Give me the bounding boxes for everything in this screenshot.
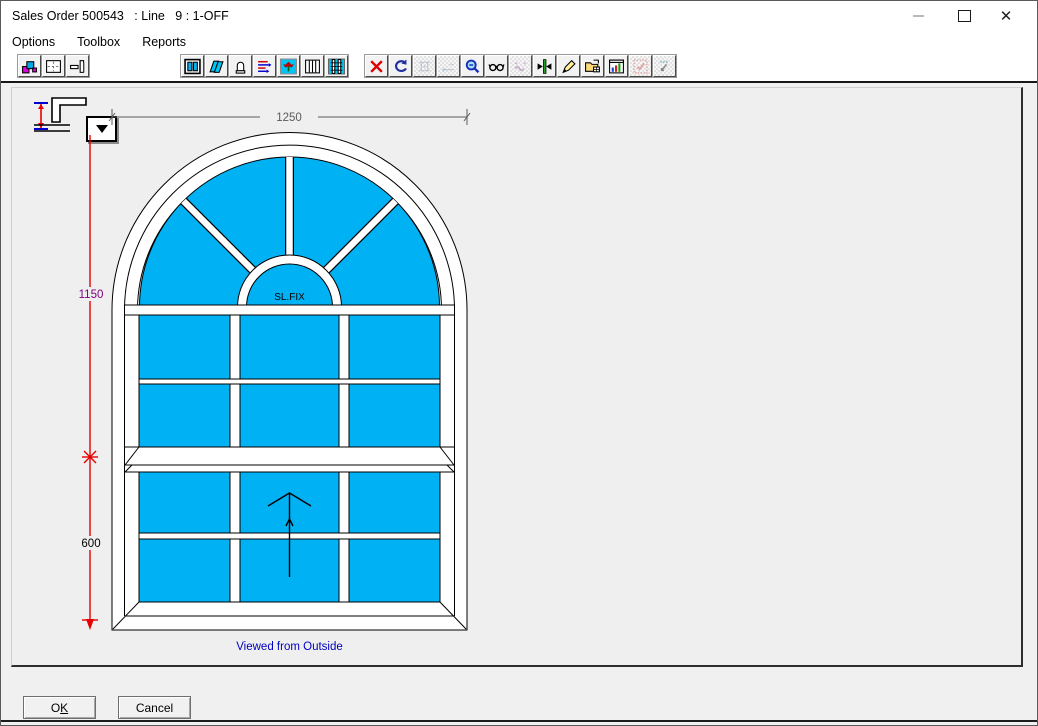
transoms-icon	[328, 58, 345, 75]
maximize-icon	[958, 10, 971, 22]
export-icon	[584, 58, 601, 75]
dimensions-button[interactable]	[413, 55, 436, 77]
height-dimension-line[interactable]	[82, 135, 98, 625]
lower-sash-top-rail	[125, 465, 455, 472]
zoom-button[interactable]	[461, 55, 484, 77]
colour-chart-button[interactable]	[605, 55, 628, 77]
colour-chart-icon	[608, 58, 625, 75]
app-window: Sales Order 500543 : Line 9 : 1-OFF ✕ Op…	[0, 0, 1038, 726]
profile-section-button[interactable]	[66, 55, 89, 77]
hardware-button[interactable]	[277, 55, 300, 77]
tile-windows-icon	[21, 58, 38, 75]
window-title: Sales Order 500543 : Line 9 : 1-OFF	[12, 9, 229, 23]
meeting-rail	[125, 447, 455, 465]
view-details-button[interactable]	[485, 55, 508, 77]
cancel-button[interactable]: Cancel	[118, 696, 191, 719]
upper-glazing-bar	[139, 379, 440, 384]
transoms-button[interactable]	[325, 55, 348, 77]
resize-button[interactable]	[533, 55, 556, 77]
vent-button[interactable]	[229, 55, 252, 77]
toolbar-group-1	[18, 55, 90, 77]
glass-spec-label: SL.FIX	[274, 292, 305, 303]
delete-icon	[368, 58, 385, 75]
view-details-icon	[488, 58, 505, 75]
width-dimension-label[interactable]: 1250	[276, 112, 302, 124]
dimensions-icon	[416, 58, 433, 75]
hardware-icon	[280, 58, 297, 75]
menu-bar: Options Toolbox Reports	[1, 31, 1037, 53]
minimize-button[interactable]	[895, 1, 941, 31]
profile-section-icon	[69, 58, 86, 75]
anchor-marks-icon	[656, 58, 673, 75]
survey-check-button[interactable]	[629, 55, 652, 77]
frame-style-icon	[184, 58, 201, 75]
zoom-icon	[464, 58, 481, 75]
dimension-edit-button[interactable]	[437, 55, 460, 77]
anchor-marks-button[interactable]	[653, 55, 676, 77]
toolbar-group-2	[181, 55, 349, 77]
draw-pen-icon	[560, 58, 577, 75]
toolbar	[1, 53, 1037, 81]
minimize-icon	[913, 15, 924, 17]
ok-button[interactable]: OK	[23, 696, 96, 719]
frame-grid-button[interactable]	[42, 55, 65, 77]
toolbar-group-3	[365, 55, 677, 77]
annotations-button[interactable]	[509, 55, 532, 77]
glazing-button[interactable]	[205, 55, 228, 77]
bar-settings-button[interactable]	[253, 55, 276, 77]
vent-icon	[232, 58, 249, 75]
drawing-canvas[interactable]: 1250 1150 600	[11, 87, 1023, 667]
annotations-icon	[512, 58, 529, 75]
title-bar: Sales Order 500543 : Line 9 : 1-OFF ✕	[1, 1, 1037, 31]
undo-icon	[392, 58, 409, 75]
undo-button[interactable]	[389, 55, 412, 77]
mullions-icon	[304, 58, 321, 75]
resize-icon	[536, 58, 553, 75]
height-dimension-arrow	[86, 619, 94, 630]
tile-windows-button[interactable]	[18, 55, 41, 77]
frame-grid-icon	[45, 58, 62, 75]
mullions-button[interactable]	[301, 55, 324, 77]
bar-settings-icon	[256, 58, 273, 75]
draw-pen-button[interactable]	[557, 55, 580, 77]
springing-transom	[125, 305, 455, 315]
maximize-button[interactable]	[941, 1, 987, 31]
survey-check-icon	[632, 58, 649, 75]
frame-style-button[interactable]	[181, 55, 204, 77]
dimension-edit-icon	[440, 58, 457, 75]
view-caption: Viewed from Outside	[236, 641, 343, 653]
menu-toolbox[interactable]: Toolbox	[66, 35, 131, 49]
bottom-divider	[1, 720, 1037, 722]
menu-options[interactable]: Options	[1, 35, 66, 49]
toolbar-separator	[1, 81, 1037, 83]
close-button[interactable]: ✕	[983, 1, 1029, 31]
upper-height-label[interactable]: 1150	[79, 289, 104, 301]
export-button[interactable]	[581, 55, 604, 77]
lower-height-label[interactable]: 600	[81, 538, 100, 550]
menu-reports[interactable]: Reports	[131, 35, 197, 49]
close-icon: ✕	[1000, 7, 1013, 25]
window-drawing[interactable]: 1250 1150 600	[12, 88, 532, 665]
delete-button[interactable]	[365, 55, 388, 77]
glazing-icon	[208, 58, 225, 75]
